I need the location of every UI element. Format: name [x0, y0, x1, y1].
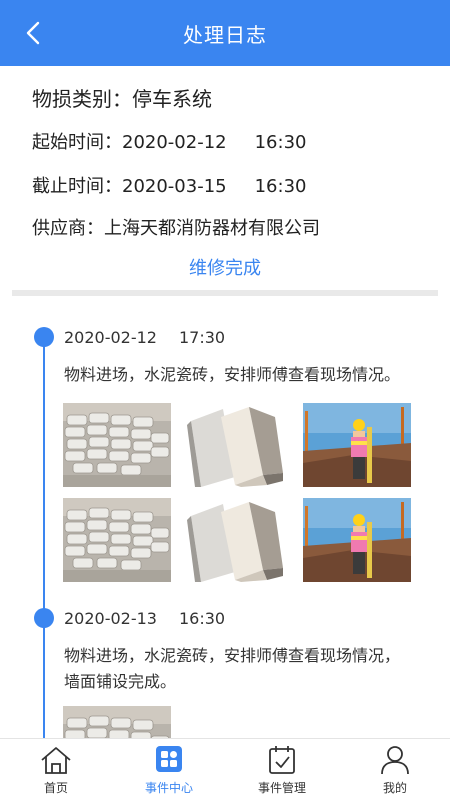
start-time-label: 起始时间：: [32, 132, 122, 153]
entry-time: 16:30: [178, 609, 226, 628]
user-icon: [381, 746, 409, 775]
nav-event-center[interactable]: 事件中心: [113, 739, 225, 800]
entry-description-line: 物料进场，水泥瓷砖，安排师傅查看现场情况，: [64, 646, 401, 665]
page-title: 处理日志: [183, 23, 267, 47]
nav-home[interactable]: 首页: [0, 739, 112, 800]
timeline-dot: [34, 327, 54, 347]
status-text: 维修完成: [189, 258, 261, 279]
cement-bags-photo[interactable]: [63, 498, 171, 582]
start-time-value: 16:30: [254, 132, 307, 153]
damage-category: 物损类别：停车系统: [32, 87, 212, 111]
end-date-value: 2020-03-15: [122, 176, 227, 197]
home-icon: [41, 747, 71, 774]
entry-time: 17:30: [178, 328, 226, 347]
tiles-photo[interactable]: [183, 498, 291, 582]
entry-date: 2020-02-13: [64, 609, 157, 628]
surveyor-worker-photo[interactable]: [303, 498, 411, 582]
surveyor-worker-photo[interactable]: [303, 403, 411, 487]
end-time-row: 截止时间：2020-03-15 16:30: [32, 172, 306, 198]
cement-bags-photo[interactable]: [63, 403, 171, 487]
entry-timestamp: 2020-02-12 17:30: [64, 328, 225, 347]
nav-event-management[interactable]: 事件管理: [226, 739, 338, 800]
end-time-label: 截止时间：: [32, 176, 122, 197]
title-bar: 处理日志: [0, 0, 450, 66]
tiles-photo[interactable]: [183, 403, 291, 487]
cement-bags-photo[interactable]: [63, 706, 171, 738]
supplier: 供应商：上海天都消防器材有限公司: [32, 218, 320, 239]
event-center-icon: [156, 746, 182, 772]
nav-profile[interactable]: 我的: [339, 739, 450, 800]
bottom-navigation: 首页 事件中心 事件管理 我的: [0, 738, 450, 800]
start-time-row: 起始时间：2020-02-12 16:30: [32, 128, 306, 154]
calendar-check-icon: [269, 746, 295, 774]
entry-description: 物料进场，水泥瓷砖，安排师傅查看现场情况。: [64, 365, 401, 384]
nav-label: 事件管理: [257, 781, 306, 795]
start-date-value: 2020-02-12: [122, 132, 227, 153]
timeline-dot: [34, 608, 54, 628]
entry-description: 物料进场，水泥瓷砖，安排师傅查看现场情况， 墙面铺设完成。: [64, 643, 424, 695]
nav-label: 首页: [43, 781, 68, 795]
timeline-line: [43, 336, 45, 746]
nav-label: 我的: [382, 781, 407, 795]
entry-date: 2020-02-12: [64, 328, 157, 347]
entry-timestamp: 2020-02-13 16:30: [64, 609, 225, 628]
end-time-value: 16:30: [254, 176, 307, 197]
entry-description-line: 墙面铺设完成。: [64, 672, 177, 691]
nav-label: 事件中心: [144, 781, 193, 795]
section-divider: [12, 290, 438, 296]
